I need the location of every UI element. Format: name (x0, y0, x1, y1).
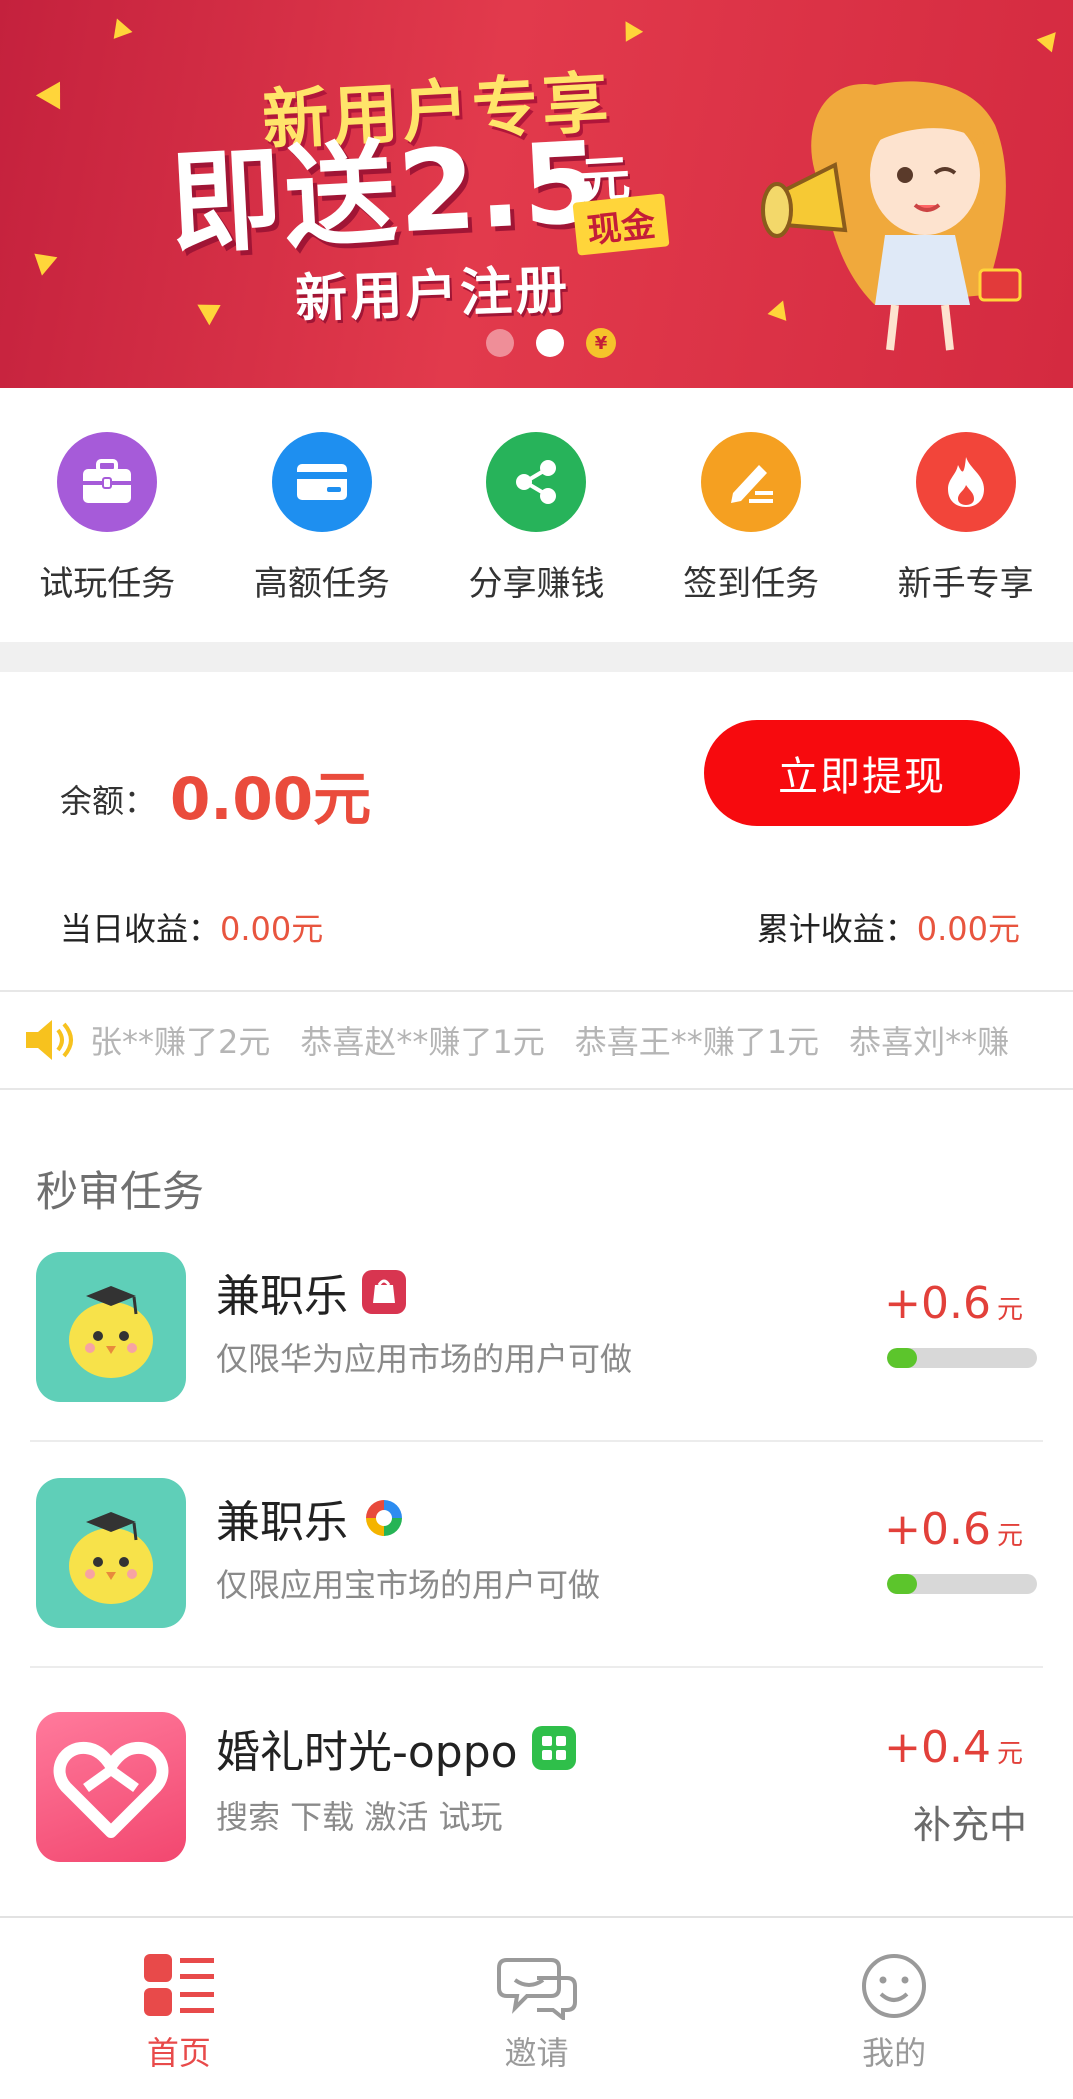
divider (30, 1440, 1043, 1442)
oppo-store-icon (531, 1726, 576, 1770)
progress-fill (887, 1348, 917, 1368)
flame-icon (915, 432, 1016, 532)
balance-label: 余额： (60, 782, 157, 820)
task-progress-bar (887, 1348, 1037, 1368)
quick-item-trial-tasks[interactable]: 试玩任务 (0, 390, 215, 642)
wedding-app-icon (36, 1712, 186, 1862)
banner-pager: ¥ (486, 328, 616, 358)
divider (30, 1666, 1043, 1668)
banner-cash-tag: 现金 (572, 193, 670, 256)
task-reward: +0.4 元 (884, 1722, 1023, 1773)
quick-item-label: 签到任务 (683, 565, 820, 603)
quick-item-high-tasks[interactable]: 高额任务 (215, 390, 430, 642)
tab-invite[interactable]: 邀请 (358, 1918, 716, 2099)
tab-label: 邀请 (504, 2034, 569, 2072)
total-earnings: 累计收益：0.00元 (756, 910, 1020, 948)
task-name: 兼职乐 (216, 1260, 406, 1324)
ticker-item: 张**赚了2元 (90, 1023, 271, 1061)
quick-item-label: 高额任务 (253, 565, 390, 603)
chat-bubbles-icon (496, 1958, 577, 2020)
task-desc: 仅限华为应用市场的用户可做 (216, 1340, 633, 1378)
ticker-item: 恭喜王**赚了1元 (574, 1023, 820, 1061)
progress-fill (887, 1574, 917, 1594)
section-title: 秒审任务 (36, 1167, 205, 1216)
balance-value: 0.00元 (170, 765, 372, 833)
ticker-item: 恭喜赵**赚了1元 (300, 1023, 545, 1061)
promo-banner[interactable]: 新用户专享 即送2.5 元 现金 新用户注册 ¥ (0, 0, 1073, 388)
withdraw-button[interactable]: 立即提现 (704, 720, 1020, 826)
yingyongbao-icon (362, 1496, 406, 1540)
quick-item-share-earn[interactable]: 分享赚钱 (429, 390, 644, 642)
task-row[interactable]: 兼职乐 仅限华为应用市场的用户可做 +0.6 元 (0, 1240, 1073, 1465)
task-name: 兼职乐 (216, 1486, 406, 1550)
task-reward: +0.6 元 (884, 1278, 1023, 1329)
card-icon (271, 432, 372, 532)
smiley-icon (862, 1954, 927, 2018)
task-desc: 仅限应用宝市场的用户可做 (216, 1566, 601, 1604)
share-icon (486, 432, 587, 532)
tab-label: 首页 (146, 2034, 211, 2072)
tab-home[interactable]: 首页 (0, 1918, 358, 2099)
task-desc: 搜索 下载 激活 试玩 (216, 1798, 503, 1836)
quick-item-checkin[interactable]: 签到任务 (644, 390, 859, 642)
megaphone-girl-illustration (761, 81, 1022, 351)
home-list-icon (143, 1954, 214, 2016)
jianzhile-app-icon (36, 1478, 186, 1628)
huawei-store-icon (362, 1270, 406, 1314)
banner-register-text: 新用户注册 (294, 260, 572, 330)
task-status: 补充中 (912, 1803, 1027, 1847)
ticker-item: 恭喜刘**赚 (849, 1023, 1010, 1061)
task-row[interactable]: 婚礼时光-oppo 搜索 下载 激活 试玩 +0.4 元 补充中 (0, 1700, 1073, 1925)
ticker-text: 张**赚了2元 恭喜赵**赚了1元 恭喜王**赚了1元 恭喜刘**赚 (90, 1017, 1039, 1063)
briefcase-icon (57, 432, 158, 532)
pager-dot[interactable] (486, 329, 514, 357)
pager-dot-active[interactable] (536, 329, 564, 357)
quick-item-newbie[interactable]: 新手专享 (858, 390, 1073, 642)
jianzhile-app-icon (36, 1252, 186, 1402)
task-progress-bar (887, 1574, 1037, 1594)
section-gap (0, 642, 1073, 672)
coin-icon: ¥ (586, 328, 616, 358)
today-earnings: 当日收益：0.00元 (60, 910, 324, 948)
banner-offer: 即送2.5 (166, 117, 606, 271)
speaker-icon (26, 1020, 73, 1060)
tab-profile[interactable]: 我的 (715, 1918, 1073, 2099)
task-reward: +0.6 元 (884, 1504, 1023, 1555)
quick-item-label: 分享赚钱 (468, 565, 605, 603)
pen-icon (701, 432, 802, 532)
quick-item-label: 试玩任务 (39, 565, 176, 603)
earnings-ticker: 张**赚了2元 恭喜赵**赚了1元 恭喜王**赚了1元 恭喜刘**赚 (0, 990, 1073, 1090)
quick-menu: 试玩任务 高额任务 分享赚钱 签到任务 新手专享 (0, 390, 1073, 642)
task-name: 婚礼时光-oppo (216, 1716, 576, 1780)
tab-label: 我的 (862, 2034, 927, 2072)
bottom-tabbar: 首页 邀请 我的 (0, 1916, 1073, 2099)
quick-item-label: 新手专享 (897, 565, 1034, 603)
task-row[interactable]: 兼职乐 仅限应用宝市场的用户可做 +0.6 元 (0, 1466, 1073, 1691)
